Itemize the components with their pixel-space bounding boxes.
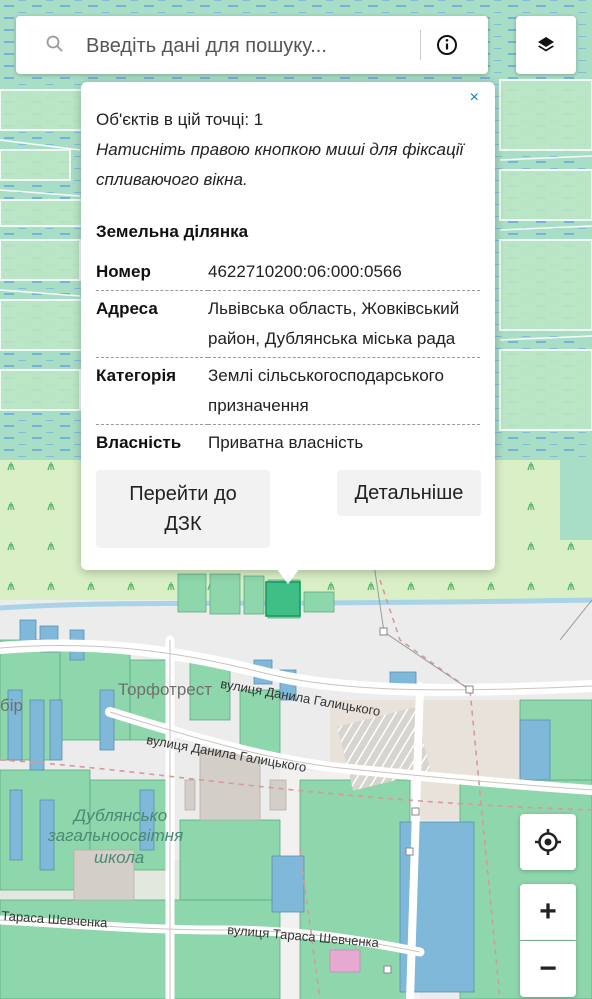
zoom-in-button[interactable]: +	[520, 884, 576, 940]
close-icon[interactable]: ×	[470, 88, 479, 108]
go-to-dzk-button[interactable]: Перейти до ДЗК	[96, 470, 270, 548]
feature-popup: × Об'єктів в цій точці: 1 Натисніть прав…	[81, 82, 495, 570]
zoom-out-button[interactable]: −	[520, 941, 576, 997]
search-input[interactable]	[84, 30, 408, 62]
popup-hint: Натисніть правою кнопкою миші для фіксац…	[96, 140, 464, 189]
map-label-school-1: Дублянсько	[74, 806, 168, 825]
search-icon	[46, 35, 63, 52]
row-key: Категорія	[96, 366, 177, 385]
parcel-info-table: Номер 4622710200:06:000:0566 Адреса Льві…	[96, 254, 480, 461]
row-value: Львівська область, Жовківський район, Ду…	[208, 299, 460, 348]
row-key: Власність	[96, 433, 182, 452]
map-label-school-2: загальноосвітня	[48, 826, 184, 845]
search-box	[16, 16, 488, 74]
locate-icon	[535, 829, 561, 855]
map-label-fragment-left: бір	[0, 696, 23, 715]
layers-icon	[538, 37, 554, 52]
popup-tip	[276, 568, 300, 584]
row-value: Землі сільськогосподарського призначення	[208, 366, 444, 415]
search-divider	[420, 30, 421, 60]
plus-icon: +	[539, 895, 557, 928]
locate-button[interactable]	[520, 814, 576, 870]
table-row: Власність Приватна власність	[96, 425, 480, 462]
table-row: Категорія Землі сільськогосподарського п…	[96, 358, 480, 425]
objects-count: Об'єктів в цій точці: 1	[96, 110, 264, 129]
table-row: Номер 4622710200:06:000:0566	[96, 254, 480, 291]
row-value: 4622710200:06:000:0566	[208, 262, 402, 281]
row-key: Адреса	[96, 299, 158, 318]
details-button[interactable]: Детальніше	[337, 470, 481, 516]
row-key: Номер	[96, 262, 151, 281]
info-icon[interactable]	[436, 34, 458, 56]
map-label-torfotrest: Торфотрест	[118, 680, 213, 699]
map-label-school-3: школа	[94, 848, 145, 867]
parcel-title: Земельна ділянка	[96, 222, 249, 241]
layers-button[interactable]	[516, 16, 576, 74]
minus-icon: −	[539, 952, 557, 985]
table-row: Адреса Львівська область, Жовківський ра…	[96, 291, 480, 358]
row-value: Приватна власність	[208, 433, 364, 452]
